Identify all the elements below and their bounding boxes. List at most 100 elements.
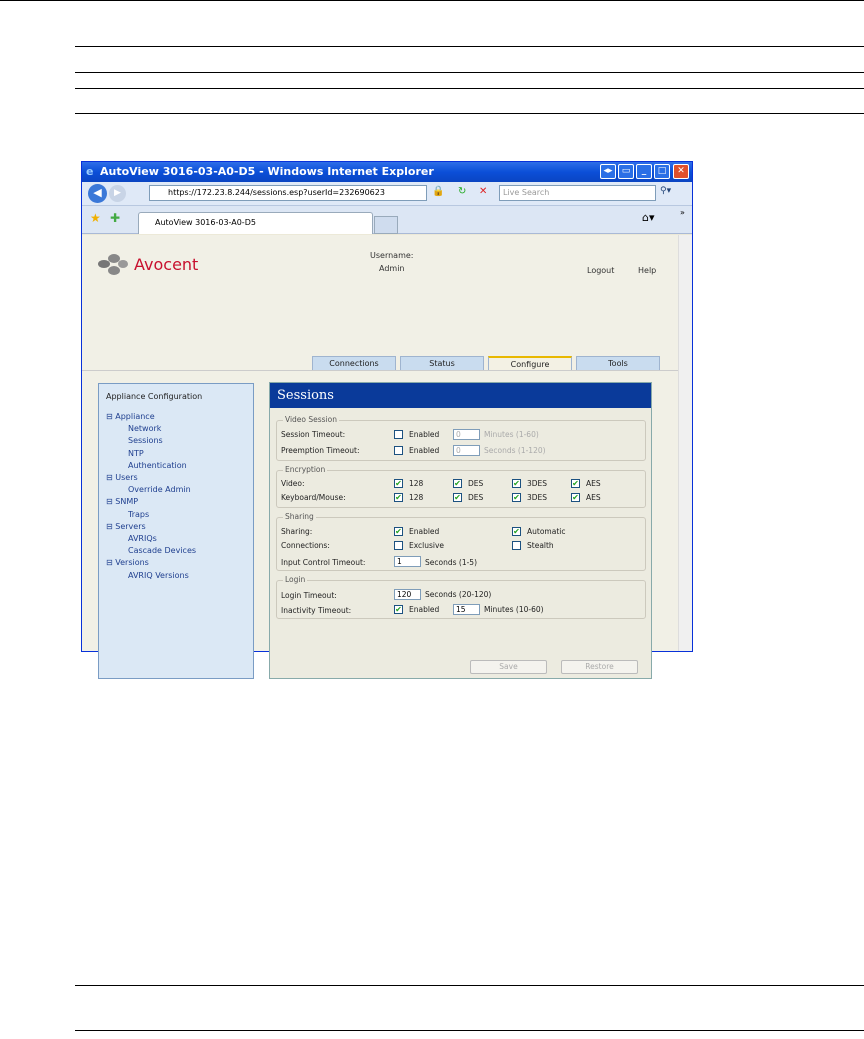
compat-button[interactable]: ◂▸ [600, 164, 616, 179]
km-aes-checkbox[interactable]: ✔ [571, 493, 580, 502]
km-3des-checkbox[interactable]: ✔ [512, 493, 521, 502]
km-des-checkbox[interactable]: ✔ [453, 493, 462, 502]
add-favorite-icon[interactable]: ✚ [110, 211, 120, 225]
label: DES [468, 493, 484, 502]
video-des-checkbox[interactable]: ✔ [453, 479, 462, 488]
search-input[interactable]: Live Search [499, 185, 656, 201]
input-control-timeout-input[interactable]: 1 [394, 556, 421, 567]
session-timeout-input[interactable]: 0 [453, 429, 480, 440]
video-session-group: Video Session Session Timeout: Enabled 0… [276, 415, 646, 461]
home-icon[interactable]: ⌂▾ [642, 211, 655, 224]
label: Stealth [527, 541, 554, 550]
label: Inactivity Timeout: [281, 606, 352, 615]
tree-cascade-devices[interactable]: Cascade Devices [106, 545, 246, 557]
tree-authentication[interactable]: Authentication [106, 460, 246, 472]
session-timeout-checkbox[interactable] [394, 430, 403, 439]
preemption-timeout-input[interactable]: 0 [453, 445, 480, 456]
tree-traps[interactable]: Traps [106, 509, 246, 521]
title-bar: e AutoView 3016-03-A0-D5 - Windows Inter… [82, 162, 692, 182]
label: DES [468, 479, 484, 488]
tree-appliance[interactable]: ⊟ Appliance [106, 411, 246, 423]
inactivity-enabled-checkbox[interactable]: ✔ [394, 605, 403, 614]
label: Connections: [281, 541, 330, 550]
label: Enabled [409, 527, 440, 536]
back-button[interactable]: ◀ [88, 184, 107, 203]
search-placeholder: Live Search [503, 188, 550, 197]
video-128-checkbox[interactable]: ✔ [394, 479, 403, 488]
save-button[interactable]: Save [470, 660, 547, 674]
avocent-logo-icon [98, 254, 138, 276]
label: Input Control Timeout: [281, 558, 366, 567]
label: Minutes (1-60) [484, 430, 539, 439]
vertical-scrollbar[interactable] [678, 235, 692, 651]
logout-link[interactable]: Logout [587, 266, 614, 275]
sharing-automatic-checkbox[interactable]: ✔ [512, 527, 521, 536]
tree-avriqs[interactable]: AVRIQs [106, 533, 246, 545]
tree-versions[interactable]: ⊟ Versions [106, 557, 246, 569]
tree-ntp[interactable]: NTP [106, 448, 246, 460]
tab-tools[interactable]: Tools [576, 356, 660, 370]
encryption-group: Encryption Video: Keyboard/Mouse: ✔ 128 ✔… [276, 465, 646, 508]
tab-status[interactable]: Status [400, 356, 484, 370]
stealth-checkbox[interactable] [512, 541, 521, 550]
tree-servers[interactable]: ⊟ Servers [106, 521, 246, 533]
window-title: AutoView 3016-03-A0-D5 - Windows Interne… [100, 165, 434, 178]
inactivity-timeout-input[interactable]: 15 [453, 604, 480, 615]
sharing-enabled-checkbox[interactable]: ✔ [394, 527, 403, 536]
username-value: Admin [379, 264, 405, 273]
search-icon[interactable]: ⚲▾ [660, 186, 671, 196]
tree-avriq-versions[interactable]: AVRIQ Versions [106, 570, 246, 582]
label: Enabled [409, 430, 440, 439]
login-timeout-input[interactable]: 120 [394, 589, 421, 600]
refresh-icon[interactable]: ↻ [458, 186, 466, 197]
km-128-checkbox[interactable]: ✔ [394, 493, 403, 502]
exclusive-checkbox[interactable] [394, 541, 403, 550]
page-content: Avocent Username: Admin Logout Help Conn… [82, 235, 678, 679]
address-bar: ◀ ▶ https://172.23.8.244/sessions.esp?us… [82, 182, 692, 206]
preemption-timeout-checkbox[interactable] [394, 446, 403, 455]
divider [75, 1030, 864, 1031]
sidebar-title: Appliance Configuration [106, 392, 203, 401]
label: Enabled [409, 446, 440, 455]
tree-users[interactable]: ⊟ Users [106, 472, 246, 484]
stop-icon[interactable]: ✕ [479, 186, 487, 197]
tab-list-button[interactable]: ▭ [618, 164, 634, 179]
divider [75, 72, 864, 73]
restore-button[interactable]: Restore [561, 660, 638, 674]
divider [75, 113, 864, 114]
tab-connections[interactable]: Connections [312, 356, 396, 370]
divider [75, 88, 864, 89]
label: Minutes (10-60) [484, 605, 544, 614]
tab-configure[interactable]: Configure [488, 356, 572, 370]
more-icon[interactable]: » [680, 208, 685, 217]
new-tab-button[interactable] [374, 216, 398, 234]
divider [75, 985, 864, 986]
url-input[interactable]: https://172.23.8.244/sessions.esp?userId… [149, 185, 427, 201]
help-link[interactable]: Help [638, 266, 656, 275]
legend: Encryption [283, 465, 328, 474]
tree-network[interactable]: Network [106, 423, 246, 435]
video-3des-checkbox[interactable]: ✔ [512, 479, 521, 488]
tree-snmp[interactable]: ⊟ SNMP [106, 496, 246, 508]
forward-button[interactable]: ▶ [109, 185, 126, 202]
url-text: https://172.23.8.244/sessions.esp?userId… [168, 188, 385, 197]
lock-icon[interactable]: 🔒 [432, 186, 444, 197]
tree-sessions[interactable]: Sessions [106, 435, 246, 447]
tree-override-admin[interactable]: Override Admin [106, 484, 246, 496]
browser-tab[interactable]: AutoView 3016-03-A0-D5 [138, 212, 373, 234]
close-button[interactable]: ✕ [673, 164, 689, 179]
browser-window: e AutoView 3016-03-A0-D5 - Windows Inter… [81, 161, 693, 679]
sessions-panel: Sessions Video Session Session Timeout: … [269, 382, 652, 679]
video-aes-checkbox[interactable]: ✔ [571, 479, 580, 488]
ie-icon: e [86, 165, 94, 178]
label: AES [586, 493, 601, 502]
maximize-button[interactable]: □ [654, 164, 670, 179]
label: Session Timeout: [281, 430, 346, 439]
divider [75, 46, 864, 47]
label: 3DES [527, 479, 548, 488]
label: Seconds (1-5) [425, 558, 477, 567]
favorites-star-icon[interactable]: ★ [90, 211, 101, 225]
label: 128 [409, 479, 424, 488]
panel-title: Sessions [270, 383, 651, 408]
minimize-button[interactable]: _ [636, 164, 652, 179]
